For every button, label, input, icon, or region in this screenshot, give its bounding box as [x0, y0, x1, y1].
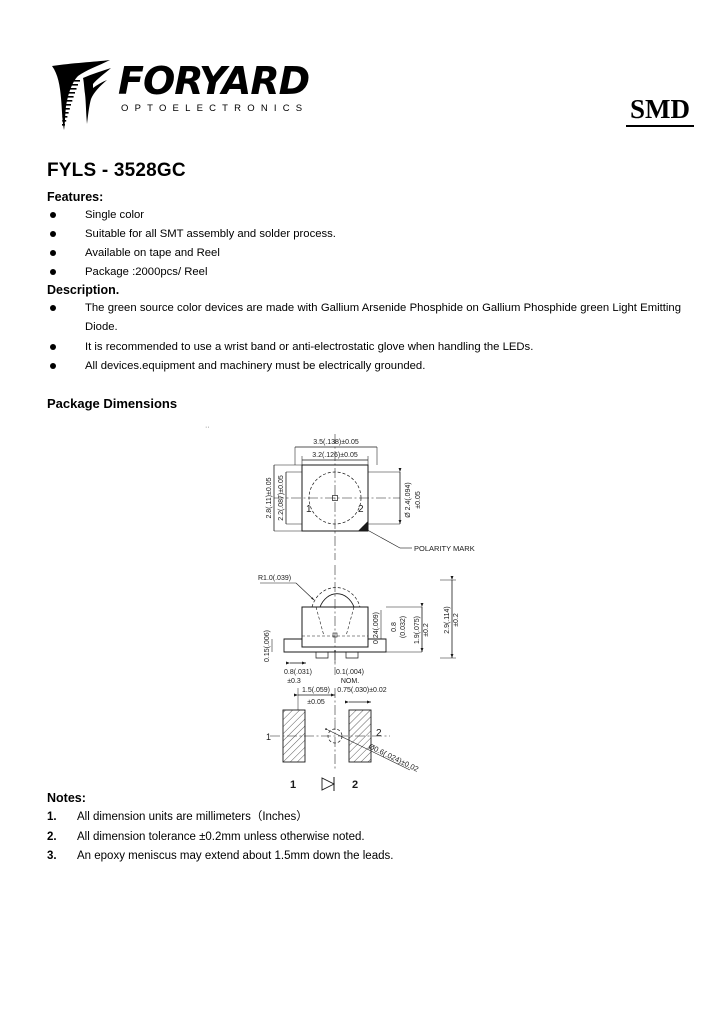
dim-lead-width-tol: ±0.3 [287, 678, 301, 685]
dim-meniscus-nom: NOM. [341, 678, 359, 685]
features-heading: Features: [47, 190, 104, 204]
list-item: All devices.equipment and machinery must… [47, 357, 681, 376]
part-number-title: FYLS - 3528GC [47, 160, 186, 181]
package-dimensions-heading: Package Dimensions [47, 396, 178, 411]
bullet-dot-icon [50, 250, 56, 257]
notes-list: 1. All dimension units are millimeters（I… [47, 808, 647, 867]
bullet-dot-icon [50, 363, 56, 369]
note-text: All dimension units are millimeters（Inch… [77, 811, 308, 823]
dim-hole-diameter: Ø0.6(.024)±0.02 [367, 742, 420, 774]
dim-height-body: 2.2(.087)±0.05 [278, 475, 285, 521]
note-number: 1. [47, 811, 57, 823]
dim-step-height-inch: (0.032) [400, 616, 407, 638]
logo-tagline: OPTOELECTRONICS [121, 103, 309, 114]
smd-badge: SMD [626, 94, 694, 127]
bottom-view-group: 1.5(.059) ±0.05 0.75(.030)±0.02 1 2 Ø0.6… [266, 687, 420, 791]
logo-text-block: FORYARD OPTOELECTRONICS [118, 59, 310, 114]
polarity-mark-label: POLARITY MARK [414, 544, 475, 553]
description-heading: Description. [47, 283, 120, 297]
list-item: 2. All dimension tolerance ±0.2mm unless… [47, 828, 647, 848]
dim-height-outer: 2.8(.11)±0.05 [266, 477, 273, 518]
foryard-funnel-logo-icon [52, 60, 111, 130]
dim-total-height-tol: ±0.2 [453, 613, 460, 627]
dim-body-height: 1.9(.075) [414, 616, 421, 644]
note-text: All dimension tolerance ±0.2mm unless ot… [77, 830, 365, 843]
note-number: 2. [47, 830, 57, 843]
diode-symbol-icon [321, 777, 336, 791]
dim-left: 0.15(.006) [264, 630, 271, 662]
dim-lead-width: 0.8(.031) [284, 669, 312, 676]
bullet-dot-icon [50, 269, 56, 276]
terminal-2-label: 2 [358, 504, 364, 515]
description-text: The green source color devices are made … [85, 302, 681, 333]
feature-text: Single color [85, 209, 145, 221]
side-view-group: R1.0(.039) 0.24(.009) 0.8 (0.032) 1.9(.0… [258, 565, 460, 685]
stray-mark: ·· [205, 424, 210, 431]
dim-lead-thickness: 0.24(.009) [373, 612, 380, 644]
package-dimension-drawing-svg: 3.5(.138)±0.05 3.2(.126)±0.05 2.8(.11)±0… [258, 434, 475, 791]
symbol-terminal-2-label: 2 [352, 779, 358, 791]
features-list: Single color Suitable for all SMT assemb… [47, 206, 667, 282]
dim-lens-diameter: Ø 2.4(.094) [405, 482, 412, 517]
list-item: Suitable for all SMT assembly and solder… [47, 225, 667, 244]
feature-text: Package :2000pcs/ Reel [85, 266, 208, 279]
datasheet-page: FORYARD OPTOELECTRONICS SMD FYLS - 3528G… [0, 0, 720, 1012]
bullet-dot-icon [50, 343, 56, 350]
page-header: FORYARD OPTOELECTRONICS SMD [50, 52, 694, 144]
dim-pad-pitch: 1.5(.059) [302, 687, 330, 694]
dim-width-body: 3.2(.126)±0.05 [312, 452, 358, 459]
dim-pad-width: 0.75(.030)±0.02 [337, 687, 386, 694]
bullet-dot-icon [50, 212, 56, 218]
feature-text: Available on tape and Reel [85, 247, 220, 260]
logo-wordmark: FORYARD [118, 59, 310, 103]
notes-heading: Notes: [47, 791, 86, 805]
dim-radius: R1.0(.039) [258, 575, 291, 582]
list-item: 3. An epoxy meniscus may extend about 1.… [47, 847, 647, 867]
note-text: An epoxy meniscus may extend about 1.5mm… [77, 850, 394, 862]
symbol-terminal-1-label: 1 [290, 779, 296, 791]
dim-pad-pitch-tol: ±0.05 [307, 699, 325, 706]
list-item: 1. All dimension units are millimeters（I… [47, 808, 647, 828]
list-item: It is recommended to use a wrist band or… [47, 338, 681, 357]
list-item: The green source color devices are made … [47, 299, 681, 337]
dim-total-height: 2.9(.114) [444, 606, 451, 634]
bottom-terminal-1-label: 1 [266, 732, 271, 742]
list-item: Package :2000pcs/ Reel [47, 263, 667, 282]
dim-lens-tolerance: ±0.05 [415, 491, 422, 509]
company-logo: FORYARD OPTOELECTRONICS [50, 52, 310, 134]
description-text: It is recommended to use a wrist band or… [85, 340, 534, 353]
terminal-1-label: 1 [306, 504, 312, 515]
dim-step-height: 0.8 [391, 622, 398, 632]
dim-body-height-tol: ±0.2 [423, 623, 430, 637]
list-item: Available on tape and Reel [47, 244, 667, 263]
description-list: The green source color devices are made … [47, 299, 681, 377]
list-item: Single color [47, 206, 667, 225]
bullet-dot-icon [50, 305, 56, 311]
feature-text: Suitable for all SMT assembly and solder… [85, 228, 336, 241]
package-drawing: 3.5(.138)±0.05 3.2(.126)±0.05 2.8(.11)±0… [250, 420, 520, 795]
note-number: 3. [47, 850, 57, 862]
bullet-dot-icon [50, 231, 56, 238]
bottom-terminal-2-label: 2 [376, 728, 382, 739]
dim-width-outer: 3.5(.138)±0.05 [313, 439, 359, 446]
dim-meniscus: 0.1(.004) [336, 669, 364, 676]
top-view-group: 3.5(.138)±0.05 3.2(.126)±0.05 2.8(.11)±0… [266, 434, 475, 560]
description-text: All devices.equipment and machinery must… [85, 360, 426, 372]
